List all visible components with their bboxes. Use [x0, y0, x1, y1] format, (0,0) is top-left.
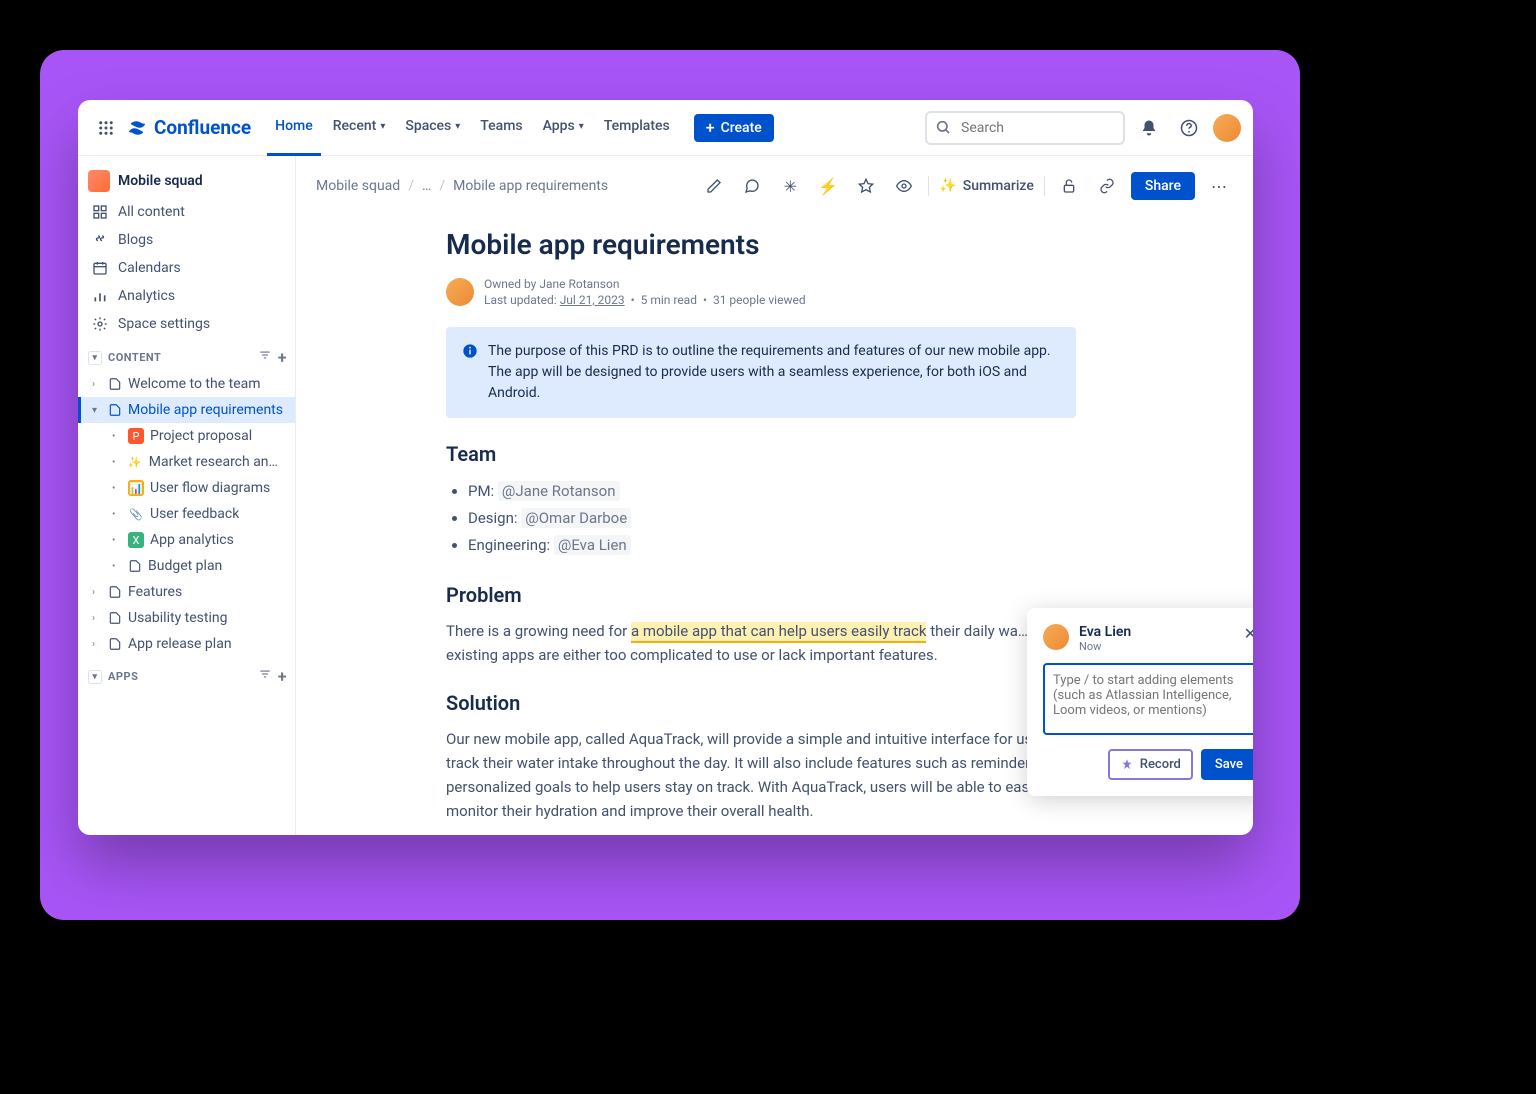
app-switcher-icon[interactable]	[90, 112, 122, 144]
link-icon[interactable]	[1093, 172, 1121, 200]
tree-release[interactable]: ›App release plan	[78, 631, 295, 657]
more-icon[interactable]: ⋯	[1205, 172, 1233, 200]
filter-icon[interactable]	[258, 348, 272, 367]
mention-design[interactable]: @Omar Darboe	[521, 508, 631, 528]
tree-welcome[interactable]: ›Welcome to the team	[78, 371, 295, 397]
breadcrumb-page[interactable]: Mobile app requirements	[453, 178, 608, 194]
filter-icon[interactable]	[258, 667, 272, 686]
highlighted-text[interactable]: a mobile app that can help users easily …	[631, 622, 926, 643]
nav-apps[interactable]: Apps▾	[535, 100, 592, 156]
topbar: Confluence Home Recent▾ Spaces▾ Teams Ap…	[78, 100, 1253, 156]
commenter-avatar	[1043, 624, 1069, 650]
avatar[interactable]	[1213, 114, 1241, 142]
add-icon[interactable]: +	[278, 667, 287, 686]
close-icon[interactable]: ✕	[1244, 624, 1253, 643]
space-header[interactable]: Mobile squad	[78, 164, 295, 198]
watch-icon[interactable]	[890, 172, 918, 200]
updated-date[interactable]: Jul 21, 2023	[560, 293, 625, 307]
tree-userflow[interactable]: •📊User flow diagrams	[78, 475, 295, 501]
summarize-button[interactable]: ✨Summarize	[939, 178, 1034, 194]
apps-section-header: ▾ APPS +	[78, 657, 295, 690]
nav-templates[interactable]: Templates	[596, 100, 678, 156]
nav-spaces[interactable]: Spaces▾	[397, 100, 468, 156]
sidebar: Mobile squad All content Blogs Calendars…	[78, 156, 296, 835]
sidebar-all-content[interactable]: All content	[78, 198, 295, 226]
create-button[interactable]: +Create	[694, 114, 774, 142]
sparkle-icon: ✨	[127, 454, 143, 470]
sidebar-blogs[interactable]: Blogs	[78, 226, 295, 254]
feedback-icon: 📎	[128, 506, 144, 522]
edit-icon[interactable]	[700, 172, 728, 200]
commenter-name: Eva Lien	[1079, 624, 1131, 640]
breadcrumb: Mobile squad/ …/ Mobile app requirements	[316, 178, 608, 194]
nav-home[interactable]: Home	[267, 100, 321, 156]
section-solution: Solution	[446, 691, 1076, 715]
tree-features[interactable]: ›Features	[78, 579, 295, 605]
chevron-down-icon[interactable]: ▾	[88, 351, 102, 365]
tree-market[interactable]: •✨Market research and co…	[78, 449, 295, 475]
sidebar-settings[interactable]: Space settings	[78, 310, 295, 338]
page-title: Mobile app requirements	[446, 228, 1076, 261]
comment-icon[interactable]	[738, 172, 766, 200]
lock-icon[interactable]	[1055, 172, 1083, 200]
save-button[interactable]: Save	[1201, 749, 1253, 780]
space-icon	[88, 170, 110, 192]
comment-time: Now	[1079, 640, 1131, 653]
breadcrumb-space[interactable]: Mobile squad	[316, 178, 400, 194]
tree-budget[interactable]: •Budget plan	[78, 553, 295, 579]
notifications-icon[interactable]	[1133, 112, 1165, 144]
star-icon[interactable]	[852, 172, 880, 200]
section-problem: Problem	[446, 583, 1076, 607]
problem-text: There is a growing need for a mobile app…	[446, 619, 1076, 667]
bolt-icon[interactable]: ⚡	[814, 172, 842, 200]
app-window: Confluence Home Recent▾ Spaces▾ Teams Ap…	[78, 100, 1253, 835]
owner-avatar[interactable]	[446, 278, 474, 306]
mention-eng[interactable]: @Eva Lien	[554, 535, 631, 555]
tree-proposal[interactable]: •PProject proposal	[78, 423, 295, 449]
comment-input[interactable]	[1043, 663, 1253, 735]
content-section-header: ▾ CONTENT +	[78, 338, 295, 371]
sparkle-icon[interactable]: ✳	[776, 172, 804, 200]
tree-requirements[interactable]: ▾Mobile app requirements	[78, 397, 295, 423]
confluence-logo[interactable]: Confluence	[126, 116, 251, 139]
info-panel: The purpose of this PRD is to outline th…	[446, 327, 1076, 418]
nav-teams[interactable]: Teams	[472, 100, 530, 156]
comment-popup: Eva Lien Now ✕ Record Save	[1027, 608, 1253, 796]
page-meta: Owned by Jane Rotanson Last updated: Jul…	[446, 277, 1076, 307]
mention-pm[interactable]: @Jane Rotanson	[498, 481, 620, 501]
tree-feedback[interactable]: •📎User feedback	[78, 501, 295, 527]
nav-recent[interactable]: Recent▾	[325, 100, 394, 156]
section-team: Team	[446, 442, 1076, 466]
search-input[interactable]	[925, 111, 1125, 145]
help-icon[interactable]	[1173, 112, 1205, 144]
info-icon	[462, 343, 478, 404]
sidebar-analytics[interactable]: Analytics	[78, 282, 295, 310]
solution-text: Our new mobile app, called AquaTrack, wi…	[446, 727, 1076, 823]
search-icon	[935, 119, 951, 139]
space-name: Mobile squad	[118, 173, 203, 189]
sidebar-calendars[interactable]: Calendars	[78, 254, 295, 282]
chevron-down-icon[interactable]: ▾	[88, 670, 102, 684]
tree-analytics[interactable]: •XApp analytics	[78, 527, 295, 553]
search-box	[925, 111, 1125, 145]
breadcrumb-middle[interactable]: …	[422, 178, 431, 194]
add-icon[interactable]: +	[278, 348, 287, 367]
content-area: Mobile squad/ …/ Mobile app requirements…	[296, 156, 1253, 835]
brand-name: Confluence	[154, 116, 251, 139]
share-button[interactable]: Share	[1131, 172, 1195, 200]
tree-usability[interactable]: ›Usability testing	[78, 605, 295, 631]
record-button[interactable]: Record	[1108, 749, 1193, 780]
